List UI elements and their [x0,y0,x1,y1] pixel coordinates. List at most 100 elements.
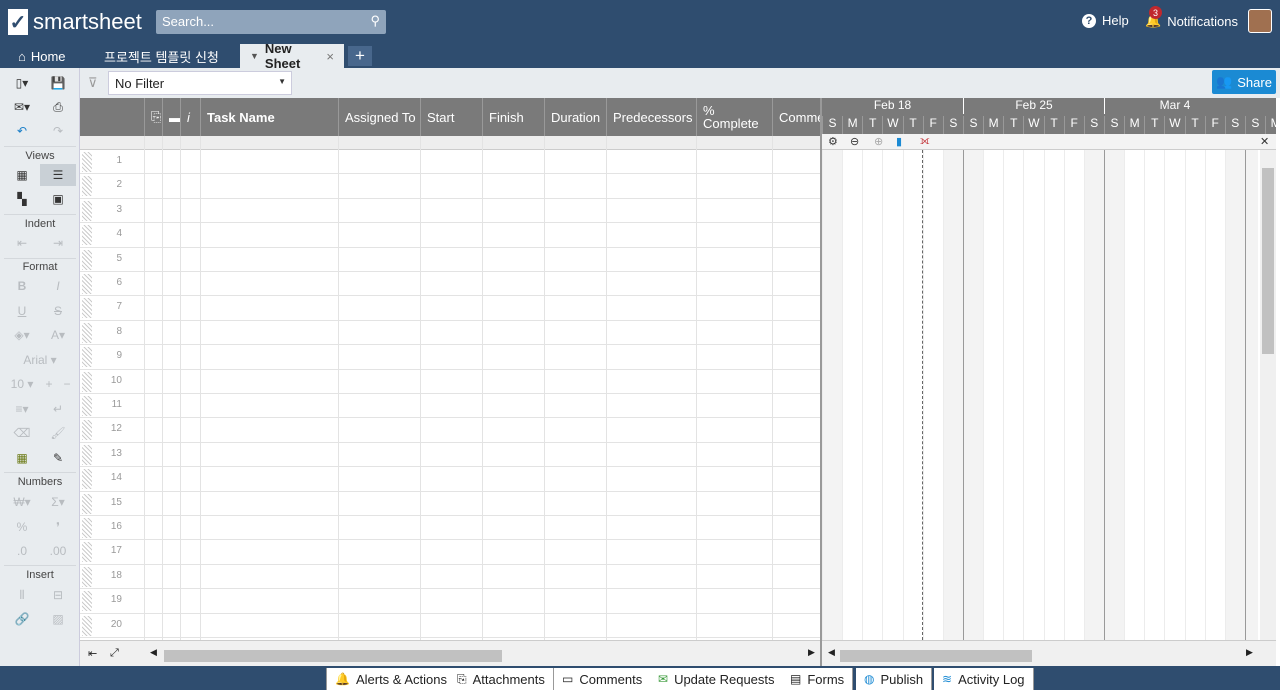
table-row[interactable]: 16 [80,516,820,541]
task-name-header[interactable]: Task Name [200,98,338,136]
attachments-button[interactable]: ⎘ Attachments [449,668,554,690]
table-row[interactable]: 19 [80,589,820,614]
vertical-scrollbar[interactable] [1260,150,1276,642]
help-button[interactable]: ? Help [1082,13,1129,28]
text-color-icon[interactable]: A▾ [40,324,76,346]
predecessors-header[interactable]: Predecessors [606,98,696,136]
search-icon[interactable]: ⚲ [370,13,380,29]
publish-button[interactable]: ◍ Publish [856,668,933,690]
row-drag-handle[interactable] [82,591,92,612]
table-row[interactable]: 1 [80,150,820,175]
row-drag-handle[interactable] [82,249,92,270]
underline-button[interactable]: U [4,300,40,322]
row-drag-handle[interactable] [82,152,92,172]
share-button[interactable]: 👥 Share [1212,70,1276,94]
outdent-icon[interactable]: ⇤ [4,232,40,254]
decrease-font-icon[interactable]: − [58,373,76,395]
activity-log-button[interactable]: ≋ Activity Log [934,668,1034,690]
tab-project-template[interactable]: 프로젝트 템플릿 신청 [94,44,229,68]
grid-horizontal-scrollbar[interactable]: ⇤ ⤢ ◀ ▶ [80,640,820,666]
table-row[interactable]: 11 [80,394,820,419]
row-drag-handle[interactable] [82,444,92,465]
percent-button[interactable]: % [4,516,40,538]
freeze-column-icon[interactable]: ⇤ [88,647,97,660]
table-row[interactable]: 17 [80,540,820,565]
font-family-select[interactable]: Arial ▾ [4,349,76,371]
insert-column-icon[interactable]: ⫴ [4,584,40,606]
table-row[interactable]: 6 [80,272,820,297]
start-header[interactable]: Start [420,98,482,136]
conditional-format-icon[interactable]: ▦ [4,447,40,469]
alerts-actions-button[interactable]: 🔔 Alerts & Actions [326,668,456,690]
row-drag-handle[interactable] [82,298,92,319]
row-drag-handle[interactable] [82,493,92,514]
row-drag-handle[interactable] [82,322,92,343]
comment-column-icon[interactable]: ▬ [162,98,180,136]
scroll-left-icon[interactable]: ◀ [150,647,157,658]
scroll-right-icon[interactable]: ▶ [1246,647,1253,658]
table-row[interactable]: 20 [80,614,820,638]
table-row[interactable]: 14 [80,467,820,492]
duration-header[interactable]: Duration [544,98,606,136]
new-menu-button[interactable]: ▯▾ [4,72,40,94]
add-tab-button[interactable]: + [348,46,372,66]
close-icon[interactable]: × [326,49,334,64]
scrollbar-thumb[interactable] [1262,168,1274,354]
table-row[interactable]: 9 [80,345,820,370]
table-row[interactable]: 15 [80,492,820,516]
hyperlink-icon[interactable]: 🔗 [4,608,40,630]
email-menu-button[interactable]: ✉▾ [4,96,40,118]
clear-format-icon[interactable]: ⌫ [4,422,40,444]
smartsheet-logo[interactable]: ✓ smartsheet [8,8,142,36]
tab-home[interactable]: ⌂ Home [8,44,76,68]
undo-icon[interactable]: ↶ [4,120,40,142]
avatar[interactable] [1248,9,1272,33]
card-view-icon[interactable]: ▚ [4,188,40,210]
strikethrough-button[interactable]: S [40,300,76,322]
align-menu-icon[interactable]: ≡▾ [4,398,40,420]
comma-button[interactable]: ❜ [40,516,76,538]
currency-button[interactable]: ₩ ▾ [4,491,40,513]
tab-dropdown-icon[interactable]: ▼ [250,51,259,61]
scroll-left-icon[interactable]: ◀ [828,647,835,658]
filter-select[interactable]: No Filter ▼ [108,71,292,95]
scroll-right-icon[interactable]: ▶ [808,647,815,658]
close-icon[interactable]: ✕ [1260,135,1269,148]
zoom-out-icon[interactable]: ⊖ [850,135,859,148]
update-requests-button[interactable]: ✉ Update Requests [650,668,784,690]
filter-icon[interactable]: ⊽ [88,75,98,91]
increase-decimal-button[interactable]: .00 [40,540,76,562]
table-row[interactable]: 4 [80,223,820,248]
tab-new-sheet[interactable]: ▼ New Sheet × [240,41,344,71]
notifications-button[interactable]: 🔔 3 Notifications [1145,6,1238,29]
format-painter-icon[interactable]: 🖌 [40,422,76,444]
sum-button[interactable]: Σ ▾ [40,491,76,513]
highlight-changes-icon[interactable]: ✎ [40,447,76,469]
forms-button[interactable]: ▤ Forms [782,668,854,690]
table-row[interactable]: 2 [80,174,820,199]
print-icon[interactable]: ⎙ [40,96,76,118]
grid-view-icon[interactable]: ▦ [4,164,40,186]
wrap-text-icon[interactable]: ↵ [40,398,76,420]
row-drag-handle[interactable] [82,396,92,416]
table-row[interactable]: 13 [80,443,820,468]
critical-path-icon[interactable]: ⟗ [920,135,930,148]
expand-icon[interactable]: ⤢ [110,647,119,660]
scrollbar-thumb[interactable] [840,650,1032,662]
comments-button[interactable]: ▭ Comments [554,668,652,690]
baseline-icon[interactable]: ▮ [896,135,902,148]
row-drag-handle[interactable] [82,469,92,490]
table-row[interactable]: 12 [80,418,820,443]
row-drag-handle[interactable] [82,347,92,368]
row-drag-handle[interactable] [82,518,92,538]
info-column-header[interactable]: i [180,98,200,136]
redo-icon[interactable]: ↷ [40,120,76,142]
search-input[interactable]: Search... ⚲ [156,10,386,34]
table-row[interactable]: 7 [80,296,820,321]
row-drag-handle[interactable] [82,542,92,563]
percent-complete-header[interactable]: % Complete [696,98,772,136]
image-icon[interactable]: ▨ [40,608,76,630]
gear-icon[interactable]: ⚙ [828,135,838,148]
row-drag-handle[interactable] [82,420,92,441]
gantt-view-icon[interactable]: ☰ [40,164,76,186]
